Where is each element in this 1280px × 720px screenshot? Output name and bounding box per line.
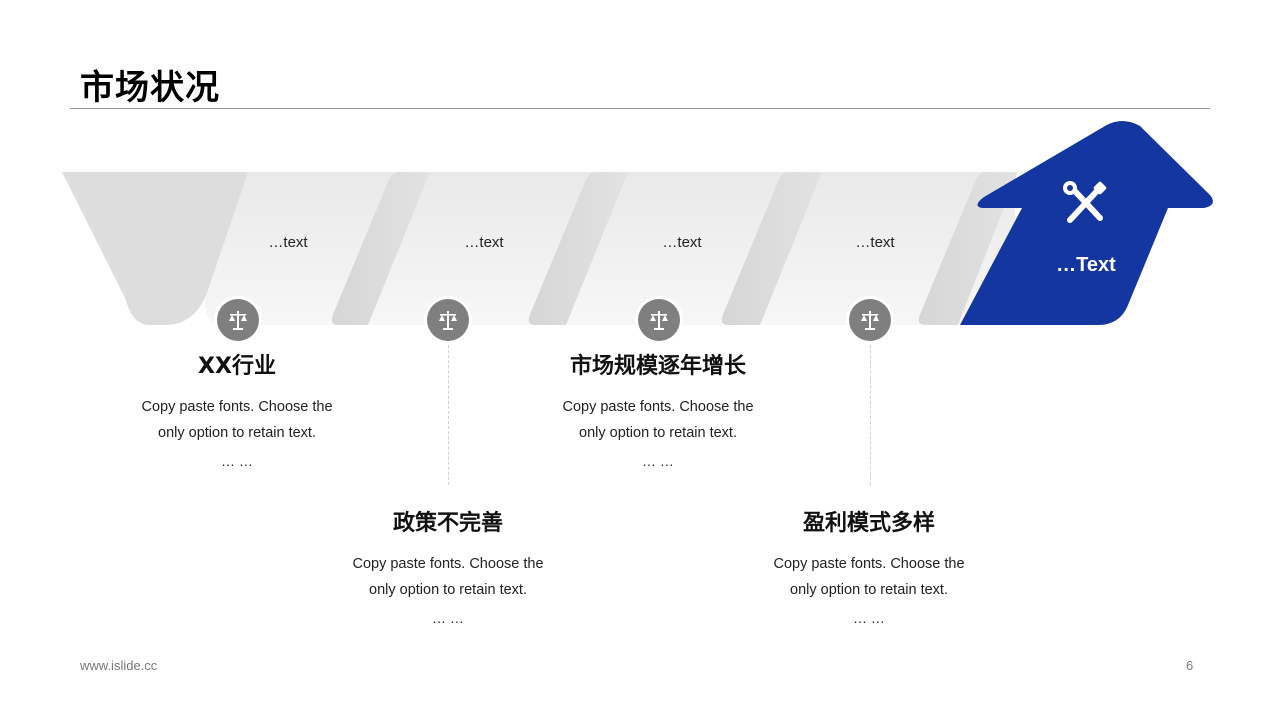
card-ellipsis: … … bbox=[221, 453, 253, 469]
card-heading: XX行业 bbox=[198, 354, 276, 379]
card-text-line-2: only option to retain text. bbox=[158, 425, 316, 441]
card-text-line-1: Copy paste fonts. Choose the bbox=[562, 399, 754, 415]
card-text-line-2: only option to retain text. bbox=[369, 582, 527, 598]
card-text-line-1: Copy paste fonts. Choose the bbox=[773, 556, 965, 572]
card-3: 市场规模逐年增长 Copy paste fonts. Choose the on… bbox=[538, 348, 778, 476]
card-text-line-2: only option to retain text. bbox=[790, 582, 948, 598]
marker-4 bbox=[846, 296, 894, 344]
scales-icon bbox=[229, 311, 247, 330]
card-ellipsis: … … bbox=[432, 610, 464, 626]
card-text-line-2: only option to retain text. bbox=[579, 425, 737, 441]
card-heading: 政策不完善 bbox=[392, 511, 503, 536]
marker-3 bbox=[635, 296, 683, 344]
footer-url: www.islide.cc bbox=[80, 658, 158, 673]
page-number: 6 bbox=[1186, 658, 1194, 673]
card-heading: 市场规模逐年增长 bbox=[569, 354, 746, 379]
segment-label-1: …text bbox=[268, 234, 308, 251]
segment-label-3: …text bbox=[662, 234, 702, 251]
card-text-line-1: Copy paste fonts. Choose the bbox=[141, 399, 333, 415]
scales-icon bbox=[650, 311, 668, 330]
connector-line-4 bbox=[870, 345, 871, 485]
card-2: 政策不完善 Copy paste fonts. Choose the only … bbox=[328, 505, 568, 633]
card-1: XX行业 Copy paste fonts. Choose the only o… bbox=[117, 348, 357, 476]
card-ellipsis: … … bbox=[853, 610, 885, 626]
card-heading: 盈利模式多样 bbox=[802, 511, 935, 536]
connector-line-2 bbox=[448, 345, 449, 485]
title-divider bbox=[70, 108, 1210, 109]
page-title: 市场状况 bbox=[80, 68, 220, 108]
marker-1 bbox=[214, 296, 262, 344]
card-text-line-1: Copy paste fonts. Choose the bbox=[352, 556, 544, 572]
wrench-screwdriver-icon bbox=[1060, 180, 1110, 226]
arrow-label: …Text bbox=[1056, 254, 1116, 276]
scales-icon bbox=[439, 311, 457, 330]
scales-icon bbox=[861, 311, 879, 330]
card-ellipsis: … … bbox=[642, 453, 674, 469]
segment-label-4: …text bbox=[855, 234, 895, 251]
marker-2 bbox=[424, 296, 472, 344]
card-4: 盈利模式多样 Copy paste fonts. Choose the only… bbox=[749, 505, 989, 633]
segment-label-2: …text bbox=[464, 234, 504, 251]
